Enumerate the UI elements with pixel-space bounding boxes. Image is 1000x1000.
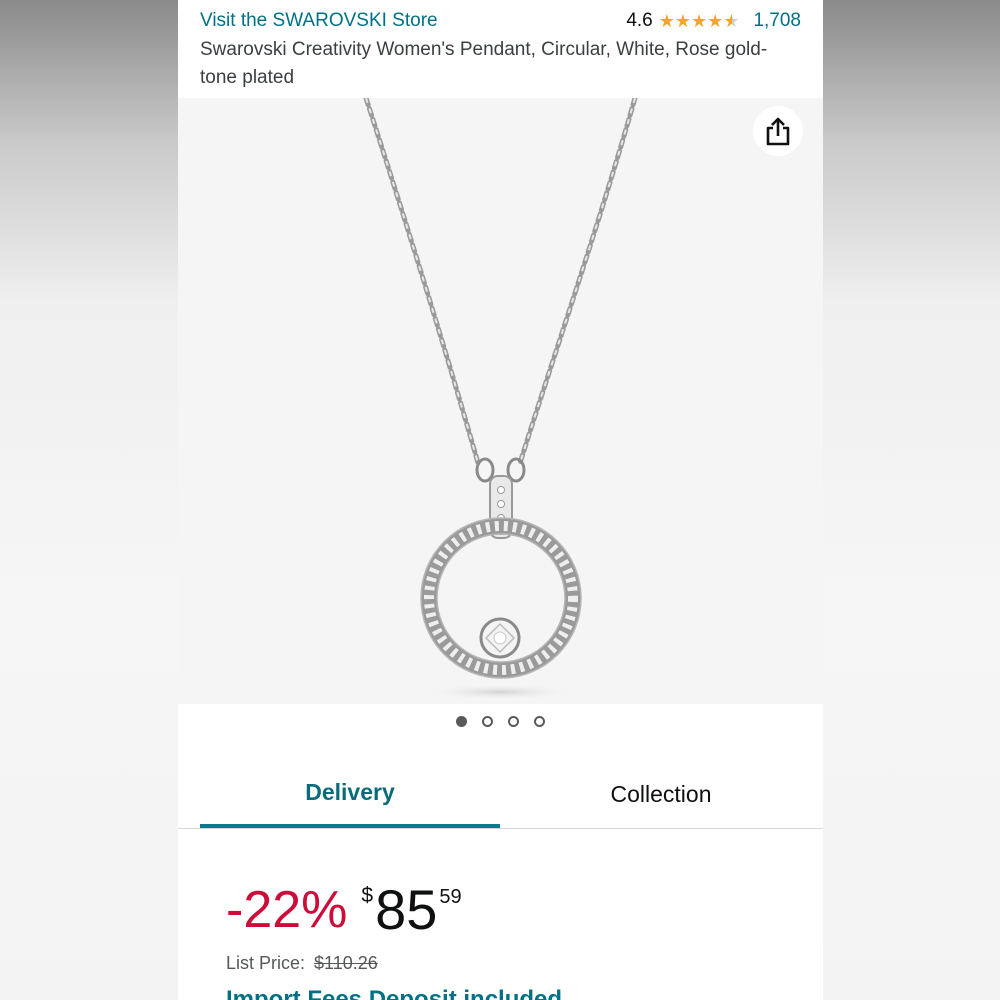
rating-stars: ★ ★ ★ ★ ★: [659, 12, 740, 30]
share-button[interactable]: [753, 106, 803, 156]
price-block: -22% $ 85 59: [226, 880, 462, 950]
fulfillment-tabs: Delivery Collection: [178, 760, 823, 829]
price-whole: 85: [375, 878, 438, 941]
product-image: [363, 98, 638, 700]
rating-count[interactable]: 1,708: [753, 10, 801, 32]
carousel-dot[interactable]: [534, 716, 545, 727]
list-price-value: $110.26: [314, 953, 378, 973]
star-icon: ★: [674, 11, 692, 31]
product-image-carousel[interactable]: [178, 98, 823, 704]
share-icon: [766, 117, 790, 146]
carousel-dot[interactable]: [482, 716, 493, 727]
rating-value: 4.6: [626, 10, 653, 31]
carousel-dot[interactable]: [508, 716, 519, 727]
product-title: Swarovski Creativity Women's Pendant, Ci…: [200, 39, 768, 88]
star-icon: ★: [707, 11, 724, 31]
list-price-label: List Price:: [226, 953, 306, 973]
store-row: Visit the SWAROVSKI Store 4.6 ★ ★ ★ ★ ★ …: [200, 8, 801, 36]
price-currency: $: [361, 884, 374, 907]
list-price: List Price: $110.26: [226, 953, 378, 974]
half-star-icon: ★: [723, 11, 740, 31]
carousel-dot[interactable]: [456, 716, 467, 727]
star-icon: ★: [658, 11, 675, 31]
rating-summary[interactable]: 4.6 ★ ★ ★ ★ ★ 1,708: [626, 10, 801, 32]
store-link[interactable]: Visit the SWAROVSKI Store: [200, 10, 438, 32]
discount-percentage: -22%: [226, 881, 348, 939]
tab-collection[interactable]: Collection: [500, 760, 822, 828]
carousel-indicator: [178, 716, 823, 727]
product-page: Visit the SWAROVSKI Store 4.6 ★ ★ ★ ★ ★ …: [178, 0, 823, 1000]
import-fees-link[interactable]: Import Fees Deposit included: [226, 986, 562, 1000]
tab-delivery[interactable]: Delivery: [200, 760, 500, 828]
price-fraction: 59: [439, 886, 462, 908]
star-icon: ★: [691, 11, 708, 31]
